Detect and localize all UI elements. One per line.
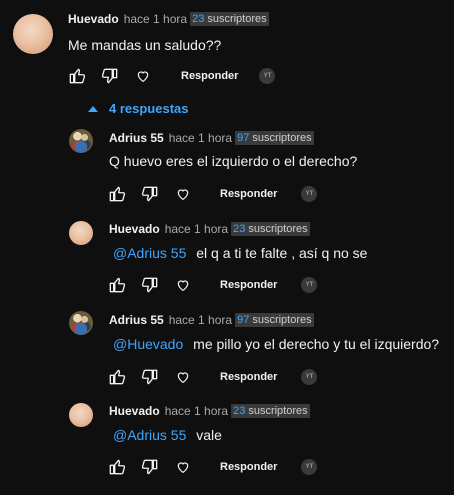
dislike-icon [141,277,158,293]
comment-header: Adrius 55 hace 1 hora 97 suscriptores [109,313,314,327]
creator-avatar-icon: YT [301,459,318,475]
comment-actions: Responder YT [106,183,318,205]
like-button[interactable] [106,274,128,296]
comment-text: Q huevo eres el izquierdo o el derecho? [109,153,357,169]
subscriber-label: suscriptores [248,223,308,235]
like-icon [69,68,86,84]
avatar[interactable] [13,14,53,54]
subscriber-count: 97 [237,132,250,144]
comment-actions: Responder YT [106,274,318,296]
like-button[interactable] [106,456,128,478]
dislike-icon [141,186,158,202]
author-name[interactable]: Huevado [109,404,160,418]
subscriber-count: 97 [237,314,250,326]
like-icon [109,369,126,385]
user-mention[interactable]: @Huevado [113,336,183,352]
chevron-up-icon [88,105,98,112]
subscriber-badge: 23 suscriptores [231,222,310,236]
dislike-icon [141,369,158,385]
creator-avatar-icon: YT [301,369,318,385]
creator-avatar-icon: YT [301,277,318,293]
comment-actions: Responder YT [106,366,318,388]
subscriber-badge: 97 suscriptores [235,131,314,145]
subscriber-count: 23 [192,13,205,25]
comment-text: @Adrius 55 vale [113,427,222,443]
comment-text: @Adrius 55 el q a ti te falte , así q no… [113,245,367,261]
comment-body: Q huevo eres el izquierdo o el derecho? [109,153,358,169]
author-name[interactable]: Adrius 55 [109,313,164,327]
reply-button[interactable]: Responder [220,371,277,383]
timestamp[interactable]: hace 1 hora [165,222,228,236]
heart-button[interactable] [172,183,194,205]
author-name[interactable]: Adrius 55 [109,131,164,145]
comment-header: Adrius 55 hace 1 hora 97 suscriptores [109,131,314,145]
avatar[interactable] [69,129,93,153]
subscriber-label: suscriptores [207,13,267,25]
heart-icon [177,372,189,384]
subscriber-count: 23 [233,405,246,417]
avatar[interactable] [69,403,93,427]
creator-avatar-icon: YT [301,186,318,202]
like-icon [109,459,126,475]
heart-button[interactable] [172,456,194,478]
comment-actions: Responder YT [66,65,276,87]
dislike-button[interactable] [139,274,161,296]
reply-button[interactable]: Responder [181,70,238,82]
replies-toggle[interactable]: 4 respuestas [88,101,189,116]
comment-header: Huevado hace 1 hora 23 suscriptores [68,12,269,26]
heart-icon [177,189,189,201]
comment-actions: Responder YT [106,456,318,478]
dislike-icon [101,68,118,84]
subscriber-badge: 97 suscriptores [235,313,314,327]
avatar[interactable] [69,311,93,335]
subscriber-badge: 23 suscriptores [231,404,310,418]
dislike-button[interactable] [139,456,161,478]
comment-header: Huevado hace 1 hora 23 suscriptores [109,404,310,418]
reply-button[interactable]: Responder [220,188,277,200]
dislike-icon [141,459,158,475]
reply-button[interactable]: Responder [220,461,277,473]
comment-header: Huevado hace 1 hora 23 suscriptores [109,222,310,236]
heart-icon [137,71,149,83]
avatar[interactable] [69,221,93,245]
comment-body: me pillo yo el derecho y tu el izquierdo… [193,336,440,352]
timestamp[interactable]: hace 1 hora [169,313,232,327]
comment-text: Me mandas un saludo?? [68,37,221,53]
heart-icon [177,462,189,474]
dislike-button[interactable] [139,366,161,388]
subscriber-label: suscriptores [252,314,312,326]
like-button[interactable] [106,366,128,388]
like-icon [109,186,126,202]
comment-body: Me mandas un saludo?? [68,37,222,53]
heart-button[interactable] [172,366,194,388]
author-name[interactable]: Huevado [68,12,119,26]
timestamp[interactable]: hace 1 hora [165,404,228,418]
replies-count-label: 4 respuestas [109,101,189,116]
timestamp[interactable]: hace 1 hora [169,131,232,145]
timestamp[interactable]: hace 1 hora [124,12,187,26]
author-name[interactable]: Huevado [109,222,160,236]
comment-body: vale [196,427,222,443]
heart-icon [177,280,189,292]
user-mention[interactable]: @Adrius 55 [113,245,186,261]
comment-body: el q a ti te falte , así q no se [196,245,368,261]
dislike-button[interactable] [99,65,121,87]
like-button[interactable] [66,65,88,87]
dislike-button[interactable] [139,183,161,205]
creator-avatar-icon: YT [259,68,276,84]
subscriber-count: 23 [233,223,246,235]
reply-button[interactable]: Responder [220,279,277,291]
user-mention[interactable]: @Adrius 55 [113,427,186,443]
subscriber-label: suscriptores [252,132,312,144]
subscriber-badge: 23 suscriptores [190,12,269,26]
heart-button[interactable] [132,65,154,87]
heart-button[interactable] [172,274,194,296]
like-icon [109,277,126,293]
subscriber-label: suscriptores [248,405,308,417]
comment-text: @Huevado me pillo yo el derecho y tu el … [113,336,439,352]
like-button[interactable] [106,183,128,205]
